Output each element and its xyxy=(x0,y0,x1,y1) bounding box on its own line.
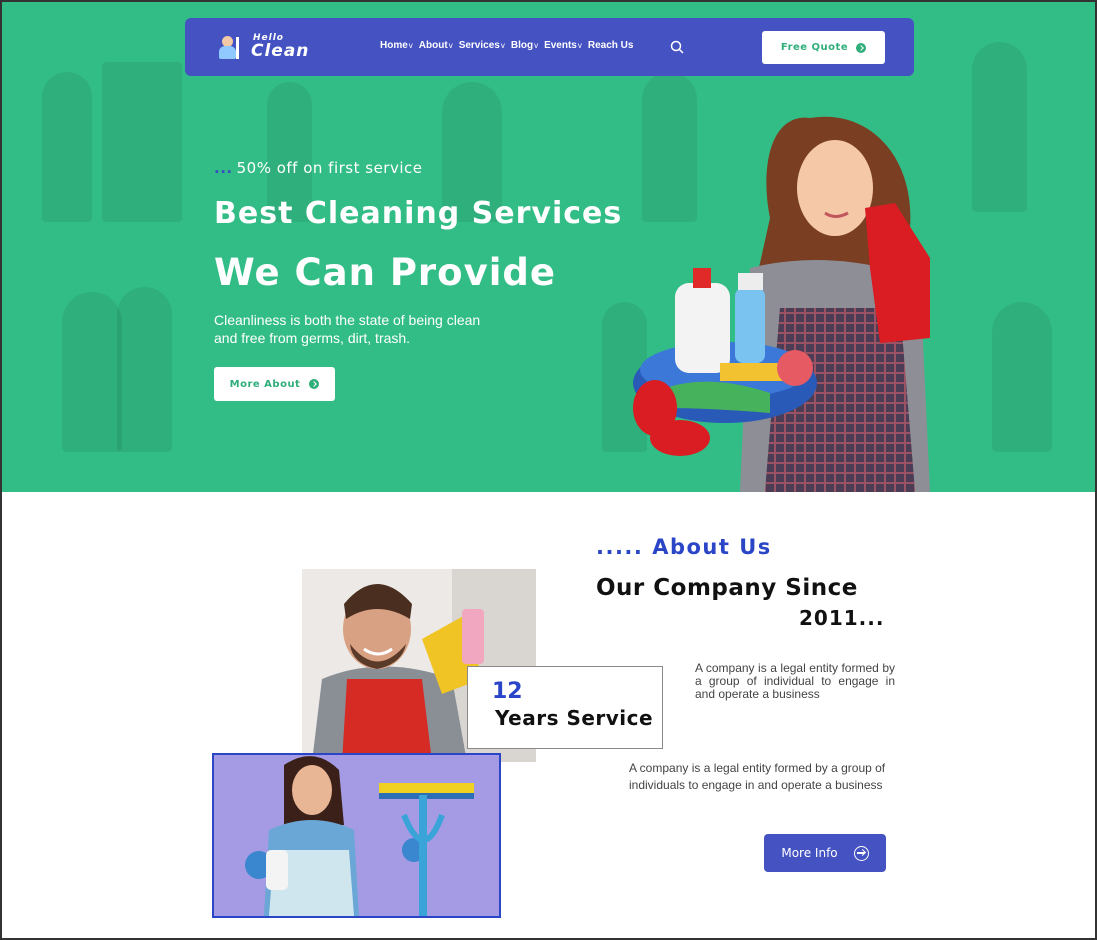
logo-clean-text: Clean xyxy=(251,41,310,61)
menu-item-reach-us[interactable]: Reach Us xyxy=(588,40,634,51)
hero-description: Cleanliness is both the state of being c… xyxy=(214,312,481,346)
search-icon[interactable] xyxy=(670,40,684,54)
brand-logo[interactable]: Hello Clean xyxy=(215,30,309,64)
company-since-heading: Our Company Since xyxy=(596,575,858,601)
main-menu: Home v About v Services v Blog v Events v Rea… xyxy=(380,40,633,51)
chevron-down-icon: v xyxy=(500,41,505,50)
about-section-title: ..... About Us xyxy=(596,535,772,559)
chevron-down-icon: v xyxy=(534,41,539,50)
cleaning-woman-image xyxy=(633,116,930,492)
about-description-2: A company is a legal entity formed by a … xyxy=(629,761,886,792)
background-figure xyxy=(972,42,1027,212)
background-figure xyxy=(117,287,172,452)
menu-item-home[interactable]: Home v xyxy=(380,40,413,51)
background-figure xyxy=(62,292,122,452)
arrow-right-circle-icon xyxy=(309,379,320,389)
years-number: 12 xyxy=(492,679,523,704)
hero-headline-2: We Can Provide xyxy=(214,251,556,294)
menu-item-blog[interactable]: Blog v xyxy=(511,40,538,51)
company-year: 2011... xyxy=(799,606,885,630)
more-about-button[interactable]: More About xyxy=(214,367,335,401)
years-service-card: 12 Years Service xyxy=(467,666,663,749)
free-quote-button[interactable]: Free Quote xyxy=(762,31,885,64)
background-shelf xyxy=(102,62,182,222)
menu-item-services[interactable]: Services v xyxy=(459,40,505,51)
menu-item-events[interactable]: Events v xyxy=(544,40,582,51)
free-quote-label: Free Quote xyxy=(780,42,849,53)
offer-text: ... 50% off on first service xyxy=(214,159,423,177)
hero-headline-1: Best Cleaning Services xyxy=(214,196,623,231)
chevron-down-icon: v xyxy=(448,41,453,50)
cleaner-logo-icon xyxy=(215,34,241,60)
more-about-label: More About xyxy=(229,378,301,390)
background-figure xyxy=(42,72,92,222)
about-description-1: A company is a legal entity formed by a … xyxy=(695,661,895,701)
woman-with-mop-photo xyxy=(212,753,501,918)
more-info-button[interactable]: More Info xyxy=(764,834,886,872)
chevron-down-icon: v xyxy=(577,41,582,50)
chevron-down-icon: v xyxy=(408,41,413,50)
top-navigation: Hello Clean Home v About v Services v Blog v… xyxy=(185,18,914,76)
years-label: Years Service xyxy=(495,706,654,730)
background-figure xyxy=(992,302,1052,452)
arrow-right-circle-icon xyxy=(853,845,869,861)
more-info-label: More Info xyxy=(781,846,838,860)
arrow-right-circle-icon xyxy=(856,42,867,53)
menu-item-about[interactable]: About v xyxy=(419,40,453,51)
